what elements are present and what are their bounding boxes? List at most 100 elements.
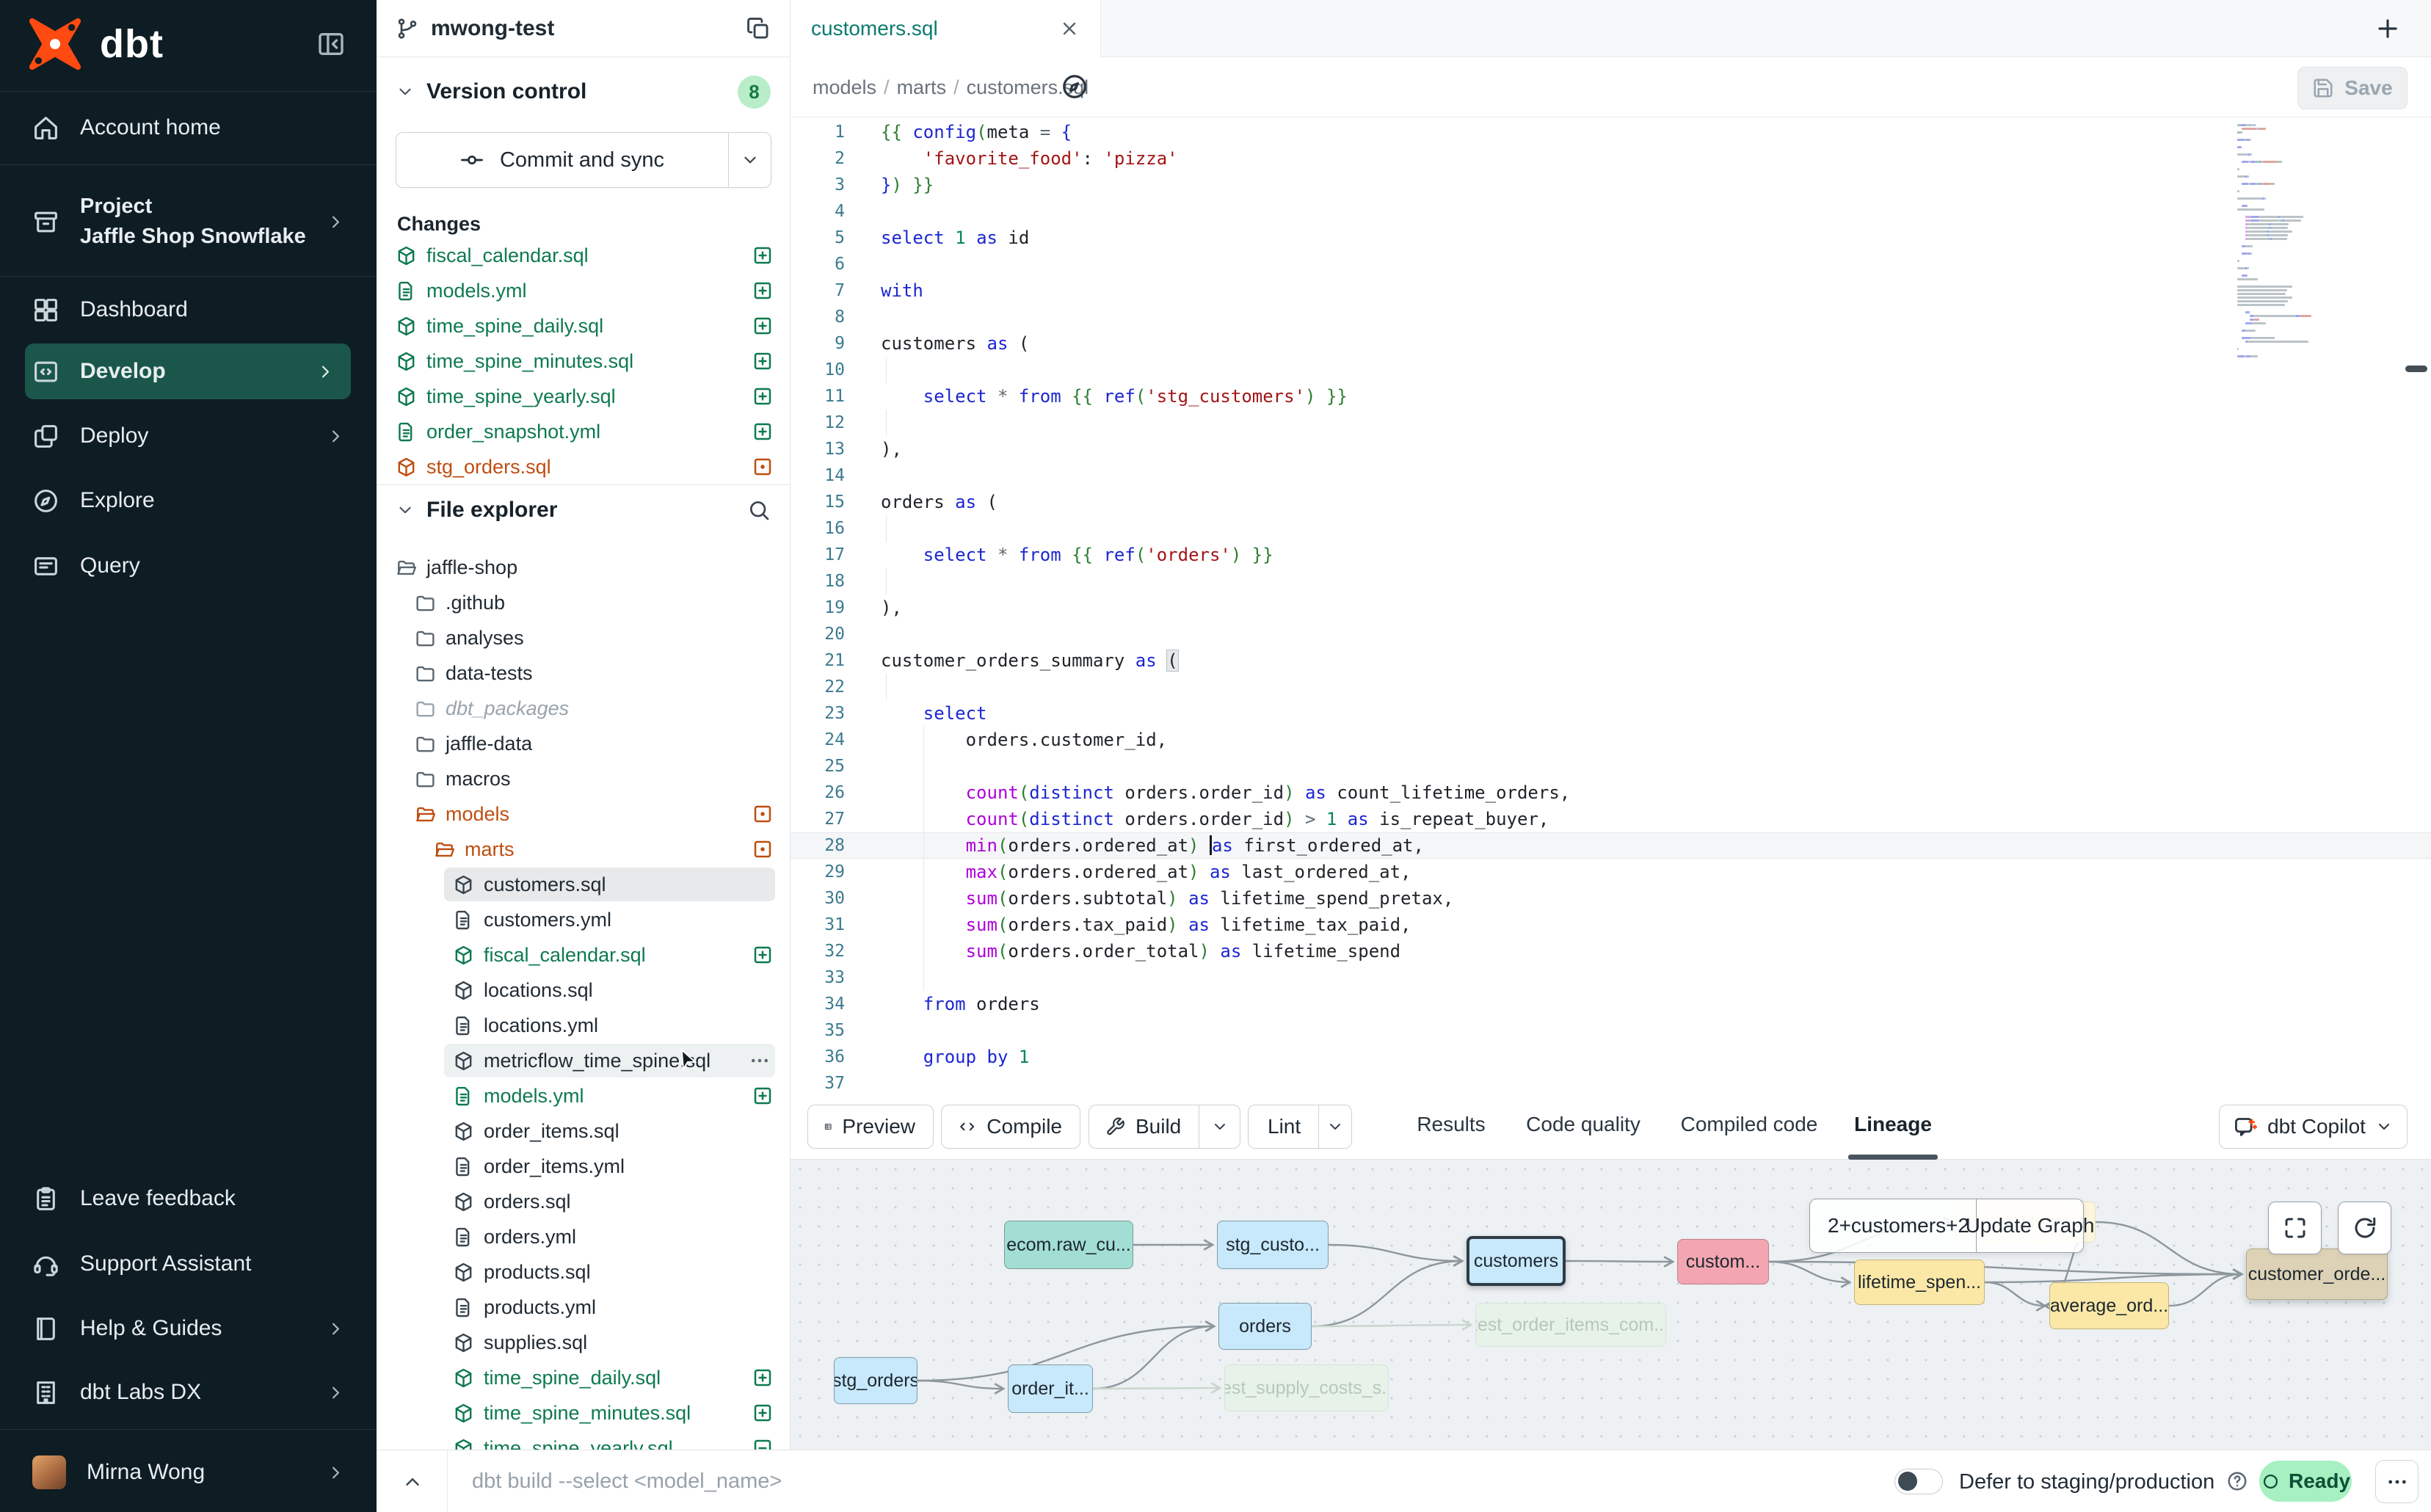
code-line-27[interactable]: 27 count(distinct orders.order_id) > 1 a… [791, 806, 2431, 832]
code-line-10[interactable]: 10 [791, 357, 2431, 383]
code-line-14[interactable]: 14 [791, 462, 2431, 489]
lineage-node-average[interactable]: average_ord... [2049, 1282, 2169, 1329]
tree-item-time-spine-yearly-sql[interactable]: time_spine_yearly.sql [377, 1431, 790, 1450]
lineage-compass-icon[interactable] [1061, 73, 1089, 101]
tab-customers-sql[interactable]: customers.sql [791, 0, 1101, 57]
code-line-2[interactable]: 2 'favorite_food': 'pizza' [791, 145, 2431, 172]
tree-item--github[interactable]: .github [377, 585, 790, 620]
tree-item-models[interactable]: models [377, 796, 790, 832]
tree-item-models-yml[interactable]: models.yml [377, 1078, 790, 1113]
change-item[interactable]: stg_orders.sql [377, 449, 790, 483]
add-badge-icon[interactable] [752, 350, 774, 372]
code-line-3[interactable]: 3}) }} [791, 172, 2431, 198]
change-item[interactable]: models.yml [377, 273, 790, 308]
new-tab-button[interactable] [2374, 15, 2402, 43]
plus-badge-icon[interactable] [752, 1402, 774, 1424]
code-line-32[interactable]: 32 sum(orders.order_total) as lifetime_s… [791, 938, 2431, 964]
code-line-25[interactable]: 25 [791, 753, 2431, 779]
plus-badge-icon[interactable] [752, 1367, 774, 1389]
sidebar-item-develop-active[interactable]: Develop [0, 344, 377, 399]
code-line-5[interactable]: 5select 1 as id [791, 225, 2431, 251]
change-item[interactable]: time_spine_yearly.sql [377, 379, 790, 414]
preview-button[interactable]: Preview [807, 1105, 934, 1149]
more-options-button[interactable] [2375, 1460, 2419, 1503]
code-line-31[interactable]: 31 sum(orders.tax_paid) as lifetime_tax_… [791, 912, 2431, 938]
tree-item-fiscal-calendar-sql[interactable]: fiscal_calendar.sql [377, 937, 790, 973]
tree-item-order-items-yml[interactable]: order_items.yml [377, 1149, 790, 1184]
code-line-26[interactable]: 26 count(distinct orders.order_id) as co… [791, 779, 2431, 806]
copy-icon[interactable] [746, 16, 771, 41]
results-tab-compiled-code[interactable]: Compiled code [1676, 1094, 1823, 1155]
minimap[interactable] [2237, 123, 2333, 358]
update-graph-button[interactable]: Update Graph [1976, 1199, 2083, 1252]
results-tab-code-quality[interactable]: Code quality [1517, 1094, 1649, 1155]
add-badge-icon[interactable] [752, 385, 774, 407]
status-badge[interactable]: Ready [2259, 1461, 2352, 1502]
code-editor[interactable]: 1{{ config(meta = {2 'favorite_food': 'p… [791, 117, 2431, 1094]
expand-panel-icon[interactable] [401, 1471, 424, 1493]
plus-badge-icon[interactable] [752, 1085, 774, 1107]
lint-options-dropdown[interactable] [1318, 1105, 1351, 1148]
tree-item-orders-yml[interactable]: orders.yml [377, 1219, 790, 1254]
refresh-graph-button[interactable] [2338, 1202, 2391, 1254]
lineage-node-stg_orders[interactable]: stg_orders [834, 1357, 917, 1404]
lint-button[interactable]: Lint [1248, 1105, 1352, 1149]
code-line-37[interactable]: 37 [791, 1070, 2431, 1094]
code-line-11[interactable]: 11 select * from {{ ref('stg_customers')… [791, 383, 2431, 410]
code-line-30[interactable]: 30 sum(orders.subtotal) as lifetime_spen… [791, 885, 2431, 912]
tree-item-jaffle-shop[interactable]: jaffle-shop [377, 550, 790, 585]
build-options-dropdown[interactable] [1199, 1105, 1240, 1148]
tree-item-supplies-sql[interactable]: supplies.sql [377, 1325, 790, 1360]
help-tooltip-icon[interactable] [2226, 1470, 2248, 1492]
results-tab-lineage[interactable]: Lineage [1842, 1094, 1944, 1155]
sidebar-item-dashboard[interactable]: Dashboard [0, 277, 377, 342]
row-menu-icon[interactable] [749, 1050, 771, 1072]
tree-item-data-tests[interactable]: data-tests [377, 655, 790, 691]
lineage-node-customers[interactable]: customers [1467, 1236, 1566, 1286]
lineage-node-order_it[interactable]: order_it... [1008, 1364, 1093, 1413]
tree-item-customers-sql[interactable]: customers.sql [377, 867, 790, 902]
dot-badge-icon[interactable] [752, 803, 774, 825]
code-line-20[interactable]: 20 [791, 621, 2431, 647]
close-icon[interactable] [1059, 18, 1080, 39]
tree-item-order-items-sql[interactable]: order_items.sql [377, 1113, 790, 1149]
sidebar-item-dbt-labs-dx[interactable]: dbt Labs DX [0, 1360, 377, 1425]
file-explorer-header[interactable]: File explorer [377, 494, 790, 526]
save-button[interactable]: Save [2297, 67, 2408, 109]
version-control-header[interactable]: Version control 8 [377, 73, 790, 110]
add-badge-icon[interactable] [752, 280, 774, 302]
code-line-24[interactable]: 24 orders.customer_id, [791, 727, 2431, 753]
code-line-9[interactable]: 9customers as ( [791, 330, 2431, 357]
code-line-29[interactable]: 29 max(orders.ordered_at) as last_ordere… [791, 859, 2431, 885]
code-line-35[interactable]: 35 [791, 1017, 2431, 1044]
command-input[interactable]: dbt build --select <model_name> [472, 1469, 782, 1494]
tree-item-time-spine-minutes-sql[interactable]: time_spine_minutes.sql [377, 1395, 790, 1431]
add-badge-icon[interactable] [752, 244, 774, 266]
code-line-16[interactable]: 16 [791, 515, 2431, 542]
results-tab-results[interactable]: Results [1400, 1094, 1502, 1155]
code-line-13[interactable]: 13), [791, 436, 2431, 462]
search-icon[interactable] [747, 498, 771, 522]
plus-badge-icon[interactable] [752, 944, 774, 966]
change-item[interactable]: fiscal_calendar.sql [377, 238, 790, 273]
commit-options-dropdown[interactable] [728, 133, 771, 187]
tree-item-orders-sql[interactable]: orders.sql [377, 1184, 790, 1219]
dot-badge-icon[interactable] [752, 838, 774, 860]
sidebar-item-query[interactable]: Query [0, 534, 377, 598]
lineage-node-custom[interactable]: custom... [1677, 1239, 1769, 1284]
lineage-selector-input[interactable]: 2+customers+2 [1810, 1199, 1976, 1252]
code-line-36[interactable]: 36 group by 1 [791, 1044, 2431, 1070]
tree-item-jaffle-data[interactable]: jaffle-data [377, 726, 790, 761]
tree-item-metricflow-time-spine-sql[interactable]: metricflow_time_spine.sql [377, 1043, 790, 1078]
tree-item-dbt-packages[interactable]: dbt_packages [377, 691, 790, 726]
sidebar-item-deploy[interactable]: Deploy [0, 404, 377, 468]
lineage-node-test_supply[interactable]: test_supply_costs_s... [1224, 1364, 1389, 1411]
lineage-node-lifetime[interactable]: lifetime_spen... [1854, 1260, 1985, 1305]
sidebar-item-explore[interactable]: Explore [0, 468, 377, 533]
tree-item-time-spine-daily-sql[interactable]: time_spine_daily.sql [377, 1360, 790, 1395]
lineage-canvas[interactable]: ecom.raw_cu...stg_custo...customerscusto… [791, 1160, 2431, 1450]
tree-item-products-sql[interactable]: products.sql [377, 1254, 790, 1290]
change-item[interactable]: time_spine_minutes.sql [377, 344, 790, 379]
sidebar-item-help-guides[interactable]: Help & Guides [0, 1296, 377, 1361]
code-line-8[interactable]: 8 [791, 304, 2431, 330]
